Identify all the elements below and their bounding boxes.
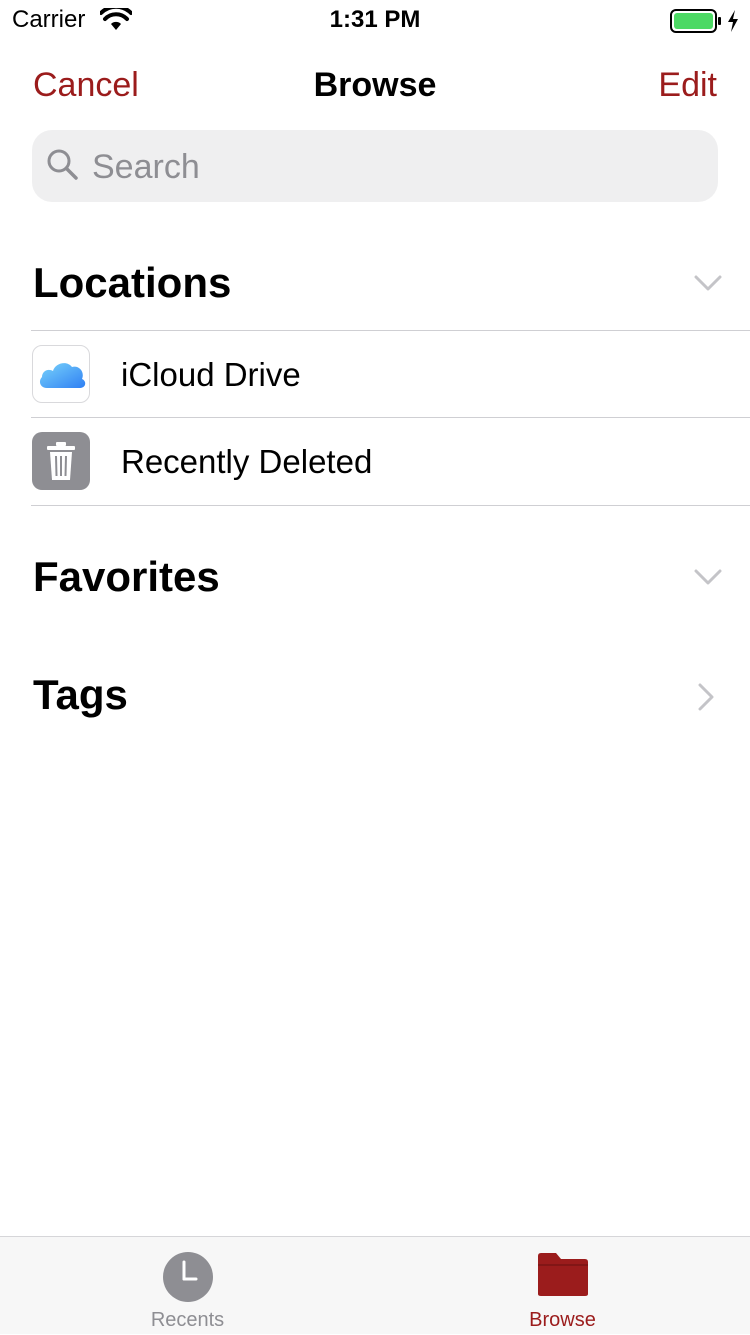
- section-header-tags[interactable]: Tags: [0, 657, 750, 737]
- clock-time: 1:31 PM: [329, 6, 421, 33]
- tab-browse[interactable]: Browse: [375, 1237, 750, 1335]
- search-icon: [46, 148, 80, 187]
- divider: [31, 505, 750, 506]
- edit-button[interactable]: Edit: [658, 66, 717, 105]
- battery-icon: [670, 9, 722, 38]
- tab-label: Recents: [150, 1309, 225, 1331]
- folder-icon: [375, 1251, 750, 1302]
- list-item-label: iCloud Drive: [121, 356, 301, 393]
- status-bar: Carrier 1:31 PM: [0, 0, 750, 40]
- search-bar[interactable]: [32, 130, 718, 202]
- chevron-down-icon[interactable]: [694, 563, 722, 596]
- navigation-bar: Cancel Browse Edit: [0, 40, 750, 130]
- section-header-favorites[interactable]: Favorites: [0, 539, 750, 619]
- tab-label: Browse: [529, 1309, 596, 1331]
- icloud-icon: [32, 345, 90, 403]
- list-item-label: Recently Deleted: [121, 443, 373, 480]
- tab-bar: Recents Browse: [0, 1236, 750, 1334]
- page-title: Browse: [313, 66, 437, 104]
- section-title-locations: Locations: [33, 259, 232, 306]
- section-title-tags: Tags: [33, 671, 128, 718]
- charging-bolt-icon: [726, 9, 740, 38]
- trash-icon: [32, 432, 90, 490]
- search-input[interactable]: [90, 140, 694, 194]
- clock-icon: [0, 1251, 375, 1308]
- section-header-locations[interactable]: Locations: [0, 245, 750, 325]
- list-item-icloud-drive[interactable]: iCloud Drive: [0, 331, 750, 418]
- chevron-down-icon[interactable]: [694, 269, 722, 302]
- tab-recents[interactable]: Recents: [0, 1237, 375, 1335]
- chevron-right-icon[interactable]: [692, 683, 720, 716]
- section-title-favorites: Favorites: [33, 553, 220, 600]
- list-item-recently-deleted[interactable]: Recently Deleted: [0, 418, 750, 505]
